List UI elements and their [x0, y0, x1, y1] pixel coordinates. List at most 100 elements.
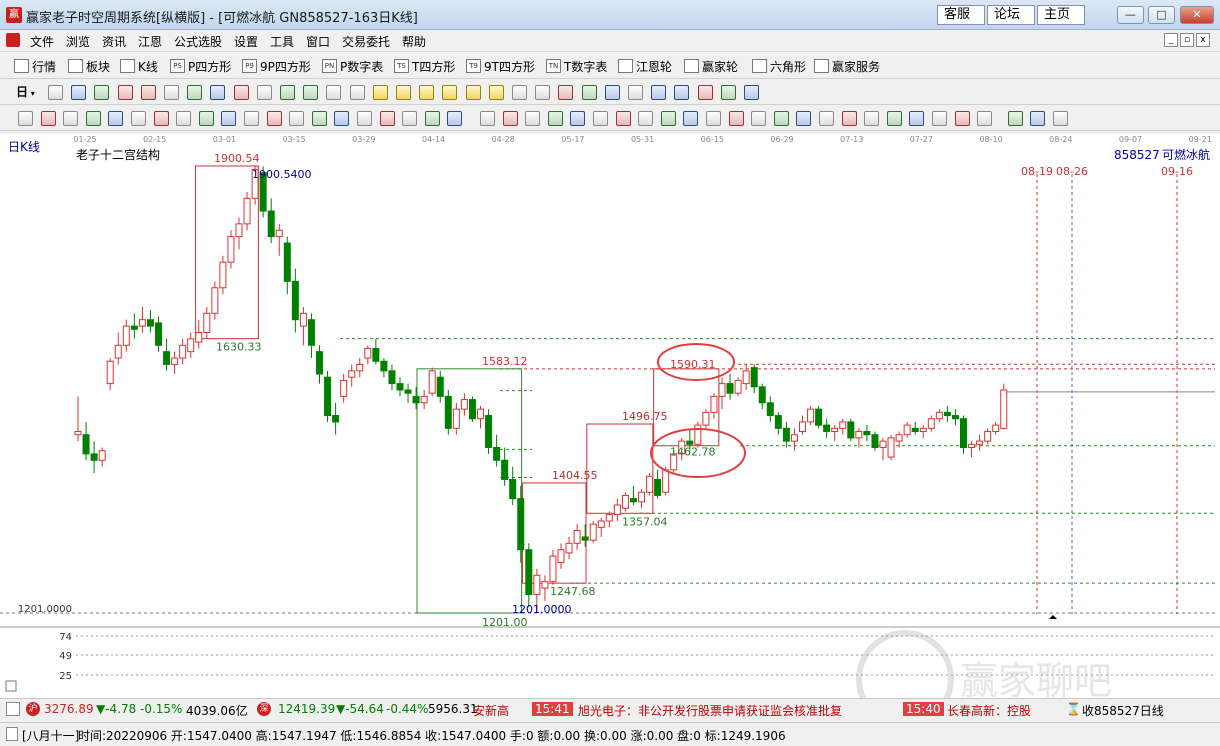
analysis-tool-button-24[interactable]: [548, 111, 563, 126]
tool-button-27[interactable]: [651, 85, 666, 100]
tool-button-8[interactable]: [210, 85, 225, 100]
candle[interactable]: [364, 345, 372, 365]
toolbar-p9-button[interactable]: P9 9P四方形: [242, 57, 311, 75]
candle[interactable]: [734, 377, 742, 397]
candle[interactable]: [138, 306, 146, 333]
analysis-tool-button-29[interactable]: [661, 111, 676, 126]
analysis-tool-button-13[interactable]: [289, 111, 304, 126]
tool-button-17[interactable]: [419, 85, 434, 100]
candle[interactable]: [879, 437, 887, 461]
tool-button-1[interactable]: [48, 85, 63, 100]
tool-button-13[interactable]: [326, 85, 341, 100]
candle[interactable]: [98, 447, 106, 467]
analysis-tool-button-41[interactable]: [932, 111, 947, 126]
tool-button-7[interactable]: [187, 85, 202, 100]
candle[interactable]: [992, 421, 1000, 435]
candle[interactable]: [887, 434, 895, 461]
toolbar-pn-button[interactable]: PN P数字表: [322, 57, 383, 75]
analysis-tool-button-39[interactable]: [887, 111, 902, 126]
candle[interactable]: [130, 313, 138, 339]
menu-help[interactable]: 帮助: [402, 33, 426, 50]
candle[interactable]: [452, 402, 460, 435]
candle[interactable]: [847, 418, 855, 442]
menu-trade[interactable]: 交易委托: [342, 33, 390, 50]
candle[interactable]: [372, 338, 380, 365]
menu-file[interactable]: 文件: [30, 33, 54, 50]
candle[interactable]: [613, 498, 621, 521]
analysis-tool-button-28[interactable]: [638, 111, 653, 126]
analysis-tool-button-25[interactable]: [570, 111, 585, 126]
candle[interactable]: [187, 332, 195, 359]
candle[interactable]: [203, 306, 211, 339]
candle[interactable]: [702, 409, 710, 429]
tool-button-22[interactable]: [535, 85, 550, 100]
tool-button-2[interactable]: [71, 85, 86, 100]
candle[interactable]: [235, 217, 243, 250]
analysis-tool-button-15[interactable]: [334, 111, 349, 126]
tool-button-26[interactable]: [628, 85, 643, 100]
candle[interactable]: [291, 268, 299, 333]
candle[interactable]: [774, 412, 782, 435]
analysis-tool-button-35[interactable]: [796, 111, 811, 126]
candle[interactable]: [477, 405, 484, 429]
toolbar-winner-wheel-icon-button[interactable]: 赢家轮: [684, 57, 738, 75]
candle[interactable]: [597, 517, 605, 537]
candle[interactable]: [404, 383, 412, 403]
analysis-tool-button-4[interactable]: [86, 111, 101, 126]
candle[interactable]: [299, 306, 307, 346]
candle[interactable]: [855, 428, 863, 448]
candle[interactable]: [525, 543, 533, 608]
close-button[interactable]: ✕: [1180, 6, 1214, 24]
analysis-tool-button-27[interactable]: [616, 111, 631, 126]
candle[interactable]: [171, 351, 179, 375]
tool-button-20[interactable]: [489, 85, 504, 100]
candle[interactable]: [106, 358, 114, 390]
candle[interactable]: [1000, 383, 1008, 430]
tool-button-3[interactable]: [94, 85, 109, 100]
analysis-tool-button-19[interactable]: [425, 111, 440, 126]
candle[interactable]: [895, 431, 903, 448]
candle[interactable]: [436, 370, 444, 403]
candle[interactable]: [155, 316, 162, 352]
analysis-tool-button-26[interactable]: [593, 111, 608, 126]
tool-button-11[interactable]: [280, 85, 295, 100]
analysis-tool-button-30[interactable]: [683, 111, 698, 126]
candle[interactable]: [340, 374, 348, 403]
candle[interactable]: [654, 469, 662, 499]
candle[interactable]: [951, 409, 959, 426]
toolbar-ps-button[interactable]: PS P四方形: [170, 57, 231, 75]
candle[interactable]: [549, 549, 557, 585]
candle[interactable]: [122, 319, 130, 352]
tool-button-18[interactable]: [442, 85, 457, 100]
tool-button-4[interactable]: [118, 85, 133, 100]
candle[interactable]: [243, 191, 251, 231]
candle[interactable]: [541, 575, 549, 601]
news-item-3[interactable]: 长春高新：控股: [947, 702, 1031, 719]
candle[interactable]: [935, 409, 943, 422]
tool-button-10[interactable]: [257, 85, 272, 100]
minimize-button[interactable]: —: [1117, 6, 1144, 24]
candle[interactable]: [823, 418, 831, 438]
toolbar-sector-icon-button[interactable]: 板块: [68, 57, 110, 75]
analysis-tool-button-34[interactable]: [774, 111, 789, 126]
toolbar-tn-button[interactable]: TN T数字表: [546, 57, 607, 75]
candle[interactable]: [960, 415, 967, 454]
candle[interactable]: [589, 520, 597, 544]
candle[interactable]: [694, 421, 702, 448]
candle[interactable]: [927, 415, 935, 432]
candle[interactable]: [388, 364, 396, 390]
candle[interactable]: [646, 473, 654, 496]
analysis-tool-button-18[interactable]: [402, 111, 417, 126]
candle[interactable]: [82, 421, 90, 461]
customer-service-link[interactable]: 客服: [937, 5, 985, 25]
candle[interactable]: [316, 345, 323, 384]
candle[interactable]: [493, 434, 501, 467]
candle[interactable]: [790, 428, 798, 451]
candle[interactable]: [573, 524, 581, 550]
candle[interactable]: [718, 377, 726, 410]
candle[interactable]: [509, 466, 517, 506]
tool-button-28[interactable]: [674, 85, 689, 100]
candle[interactable]: [565, 536, 573, 560]
candle[interactable]: [750, 364, 758, 394]
candle[interactable]: [114, 332, 122, 365]
